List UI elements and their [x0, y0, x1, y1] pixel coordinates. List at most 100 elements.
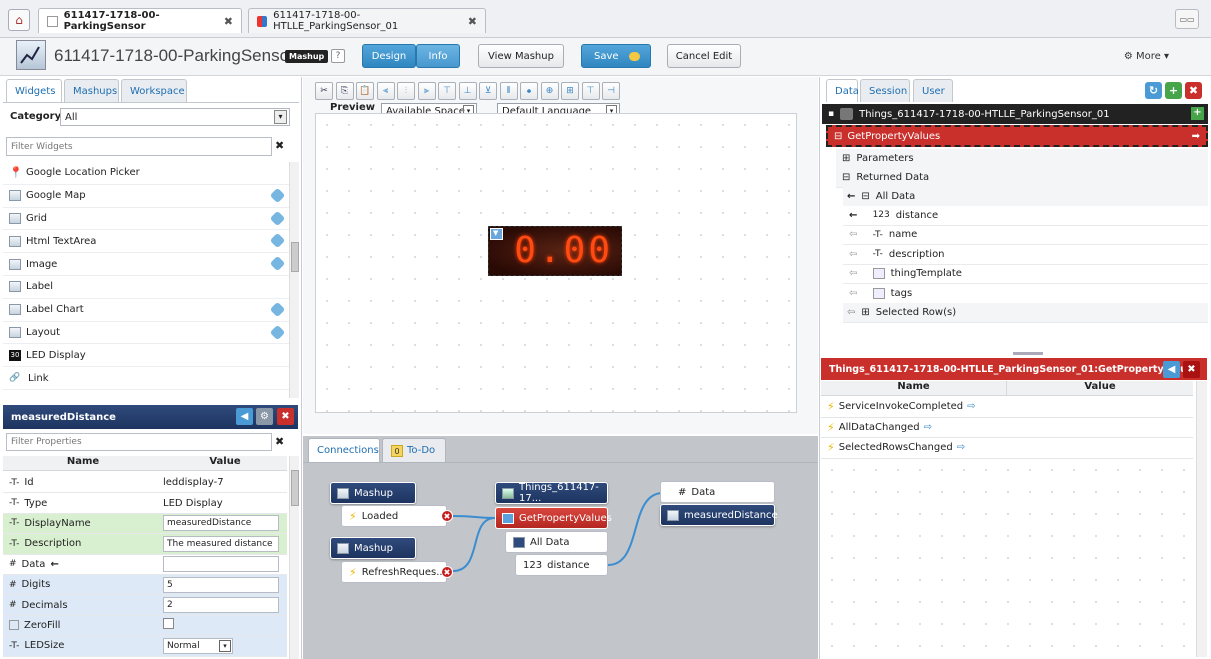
event-row[interactable]: ⚡ AllDataChanged ⇨: [821, 417, 1193, 438]
close-tab-icon[interactable]: ✖: [468, 15, 477, 28]
share-button[interactable]: ◀: [236, 408, 253, 425]
paste-icon-button[interactable]: 📋: [356, 82, 374, 100]
led-display-widget[interactable]: ▼ 0.00: [488, 226, 622, 276]
tab-data[interactable]: Data: [826, 79, 859, 102]
data-target-node[interactable]: # Data: [660, 481, 775, 503]
close-tab-icon[interactable]: ✖: [224, 15, 233, 28]
event-row[interactable]: ⚡ ServiceInvokeCompleted ⇨: [821, 397, 1193, 418]
widget-item[interactable]: Layout: [3, 322, 289, 345]
widget-item[interactable]: 🔗 Link: [3, 367, 289, 390]
widget-item[interactable]: Grid: [3, 208, 289, 231]
property-value-input[interactable]: measuredDistance: [163, 515, 279, 532]
widget-item[interactable]: Image: [3, 253, 289, 276]
distance-field-node[interactable]: 123 distance: [515, 554, 608, 576]
widget-list-scrollbar[interactable]: [289, 162, 299, 398]
align-middle-icon-button[interactable]: ⊥: [458, 82, 477, 100]
tab-widgets[interactable]: Widgets: [6, 79, 62, 102]
property-select[interactable]: Normal ▾: [163, 637, 233, 654]
get-property-values-service[interactable]: ⊟ GetPropertyValues ➡: [826, 125, 1208, 147]
field-row-thingtemplate[interactable]: ⇦ thingTemplate: [843, 264, 1208, 284]
mashup-node-2[interactable]: Mashup: [330, 537, 416, 559]
design-button[interactable]: Design: [362, 44, 416, 68]
remove-data-button[interactable]: ✖: [1185, 82, 1202, 99]
tab-workspace[interactable]: Workspace: [121, 79, 187, 102]
filter-widgets-input[interactable]: [6, 137, 272, 156]
property-row-description: -T- Description The measured distance: [3, 534, 287, 555]
thing-data-source[interactable]: ▪ Things_611417-1718-00-HTLLE_ParkingSen…: [822, 104, 1208, 124]
parameters-row[interactable]: ⊞ Parameters: [836, 149, 1208, 169]
align-right-icon-button[interactable]: ⫸: [417, 82, 436, 100]
share-button[interactable]: ◀: [1163, 361, 1180, 378]
info-button[interactable]: Info: [416, 44, 460, 68]
returned-data-row[interactable]: ⊟ Returned Data: [836, 168, 1208, 188]
widget-menu-handle[interactable]: ▼: [490, 228, 503, 240]
center-icon-button[interactable]: ⊕: [540, 82, 559, 100]
property-value-input[interactable]: 5: [163, 576, 279, 593]
tab-htlle-parking-sensor[interactable]: 611417-1718-00-HTLLE_ParkingSensor_01 ✖: [248, 8, 486, 33]
field-row-tags[interactable]: ⇦ tags: [843, 284, 1208, 304]
filter-properties-input[interactable]: [6, 433, 272, 451]
remove-link-icon[interactable]: ✖: [441, 510, 453, 522]
add-service-icon[interactable]: +: [1191, 107, 1204, 120]
add-data-button[interactable]: +: [1165, 82, 1182, 99]
align-bottom-icon-button[interactable]: ⊻: [479, 82, 497, 100]
distribute-h-icon-button[interactable]: ⦀: [499, 82, 518, 100]
close-events-button[interactable]: ✖: [1183, 361, 1200, 378]
property-checkbox[interactable]: [163, 618, 174, 630]
selected-rows-row[interactable]: ⇦ ⊞ Selected Row(s): [843, 303, 1208, 323]
field-row-name[interactable]: ⇦ -T-name: [843, 225, 1208, 245]
widget-item[interactable]: 30 LED Display: [3, 344, 289, 368]
all-data-row[interactable]: ← ⊟ All Data: [843, 187, 1208, 207]
align-top-icon-button[interactable]: ⊤: [438, 82, 456, 100]
clear-filter-icon[interactable]: ✖: [275, 139, 284, 152]
lightning-icon: ⚡: [349, 565, 357, 579]
distribute-v-icon-button[interactable]: ⦁: [520, 82, 538, 100]
property-value-input[interactable]: 2: [163, 597, 279, 614]
remove-link-icon[interactable]: ✖: [441, 566, 453, 578]
widget-item[interactable]: Google Map: [3, 185, 289, 208]
properties-scrollbar[interactable]: [289, 456, 299, 659]
tab-mashups[interactable]: Mashups: [64, 79, 119, 102]
widget-item-label: Grid: [26, 212, 47, 224]
property-value-input[interactable]: [163, 556, 279, 573]
property-value-input[interactable]: The measured distance: [163, 535, 279, 552]
tab-parking-sensor[interactable]: 611417-1718-00-ParkingSensor ✖: [38, 8, 242, 33]
refresh-requested-event[interactable]: ⚡ RefreshReques...: [341, 561, 447, 583]
field-row-distance[interactable]: ← 123 distance: [843, 206, 1208, 226]
save-button[interactable]: Save: [581, 44, 651, 68]
mashup-node-1[interactable]: Mashup: [330, 482, 416, 504]
things-node[interactable]: Things_611417-17...: [495, 482, 608, 504]
measured-distance-node[interactable]: measuredDistance: [660, 504, 778, 526]
widget-item[interactable]: Label: [3, 276, 289, 299]
view-mashup-button[interactable]: View Mashup: [478, 44, 564, 68]
home-button[interactable]: ⌂: [8, 9, 30, 31]
category-select[interactable]: All ▾: [60, 108, 290, 126]
cancel-edit-button[interactable]: Cancel Edit: [667, 44, 741, 68]
more-menu[interactable]: ⚙ More ▾: [1124, 51, 1169, 62]
widget-item[interactable]: 📍 Google Location Picker: [3, 162, 289, 185]
align-center-icon-button[interactable]: ⫶: [397, 82, 415, 100]
events-scrollbar[interactable]: [1196, 381, 1207, 657]
all-data-node[interactable]: All Data: [505, 531, 608, 553]
clear-properties-filter-icon[interactable]: ✖: [275, 435, 284, 448]
tab-user[interactable]: User: [913, 79, 953, 102]
help-button[interactable]: ?: [331, 49, 345, 63]
event-row[interactable]: ⚡ SelectedRowsChanged ⇨: [821, 438, 1193, 459]
window-menu-button[interactable]: ▭▭: [1175, 9, 1199, 29]
same-height-icon-button[interactable]: ⊤: [581, 82, 600, 100]
copy-icon-button[interactable]: ⎘: [335, 82, 354, 100]
cut-icon-button[interactable]: ✂: [315, 82, 333, 100]
grid-icon-button[interactable]: ⊞: [561, 82, 579, 100]
align-left-icon-button[interactable]: ⫷: [376, 82, 395, 100]
close-properties-button[interactable]: ✖: [277, 408, 294, 425]
field-row-description[interactable]: ⇦ -T-description: [843, 245, 1208, 265]
panel-resize-handle[interactable]: [1013, 352, 1043, 355]
loaded-event[interactable]: ⚡ Loaded: [341, 505, 447, 527]
get-property-values-node[interactable]: GetPropertyValues: [495, 507, 612, 529]
widget-item[interactable]: Label Chart: [3, 299, 289, 322]
refresh-button[interactable]: ↻: [1145, 82, 1162, 99]
settings-button[interactable]: ⚙: [256, 408, 273, 425]
same-width-icon-button[interactable]: ⊣: [602, 82, 620, 100]
widget-item[interactable]: Html TextArea: [3, 230, 289, 254]
tab-session[interactable]: Session: [860, 79, 910, 102]
